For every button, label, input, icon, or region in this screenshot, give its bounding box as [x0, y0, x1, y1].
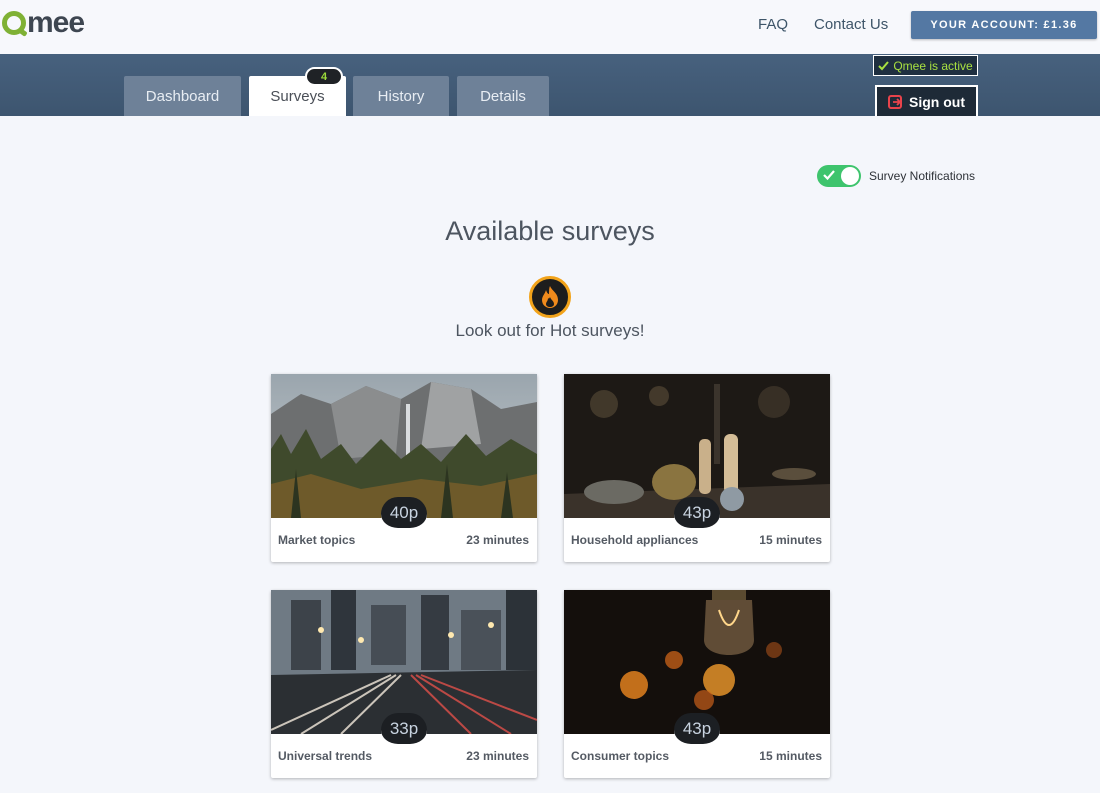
faq-link[interactable]: FAQ: [758, 16, 788, 33]
active-status-badge: Qmee is active: [873, 55, 978, 76]
survey-card[interactable]: 33p Universal trends 23 minutes: [271, 590, 537, 778]
logo-q-mark: [2, 11, 26, 35]
page-title: Available surveys: [445, 216, 655, 246]
survey-name: Household appliances: [571, 533, 699, 547]
active-status-label: Qmee is active: [893, 58, 973, 73]
toggle-knob: [841, 167, 859, 185]
flame-glyph: [542, 286, 558, 308]
survey-duration: 23 minutes: [466, 533, 529, 547]
sign-out-label: Sign out: [909, 93, 965, 110]
tab-details[interactable]: Details: [457, 76, 549, 116]
fire-icon: [529, 276, 571, 318]
account-button[interactable]: YOUR ACCOUNT: £1.36: [911, 11, 1097, 39]
toggle-check-icon: [823, 170, 835, 181]
qmee-logo[interactable]: mee: [2, 6, 85, 40]
hot-surveys-text: Look out for Hot surveys!: [455, 321, 645, 340]
survey-name: Consumer topics: [571, 749, 670, 763]
tab-history[interactable]: History: [353, 76, 449, 116]
survey-card[interactable]: 43p Consumer topics 15 minutes: [564, 590, 830, 778]
survey-duration: 15 minutes: [759, 749, 822, 763]
survey-notifications-label: Survey Notifications: [869, 169, 976, 183]
survey-notifications-toggle[interactable]: [817, 165, 861, 187]
survey-card-footer: Universal trends 23 minutes: [271, 734, 537, 778]
survey-name: Universal trends: [278, 749, 373, 763]
sign-out-icon: [888, 94, 902, 109]
survey-card[interactable]: 43p Household appliances 15 minutes: [564, 374, 830, 562]
sign-out-button[interactable]: Sign out: [875, 85, 978, 116]
tab-dashboard[interactable]: Dashboard: [124, 76, 241, 116]
survey-card-footer: Consumer topics 15 minutes: [564, 734, 830, 778]
survey-name: Market topics: [278, 533, 356, 547]
survey-duration: 15 minutes: [759, 533, 822, 547]
checkmark-icon: [878, 60, 890, 70]
survey-card-footer: Household appliances 15 minutes: [564, 518, 830, 562]
logo-text: mee: [27, 6, 85, 39]
surveys-count-badge: 4: [305, 67, 343, 86]
survey-duration: 23 minutes: [466, 749, 529, 763]
contact-us-link[interactable]: Contact Us: [814, 16, 888, 33]
survey-card[interactable]: 40p Market topics 23 minutes: [271, 374, 537, 562]
survey-card-footer: Market topics 23 minutes: [271, 518, 537, 562]
